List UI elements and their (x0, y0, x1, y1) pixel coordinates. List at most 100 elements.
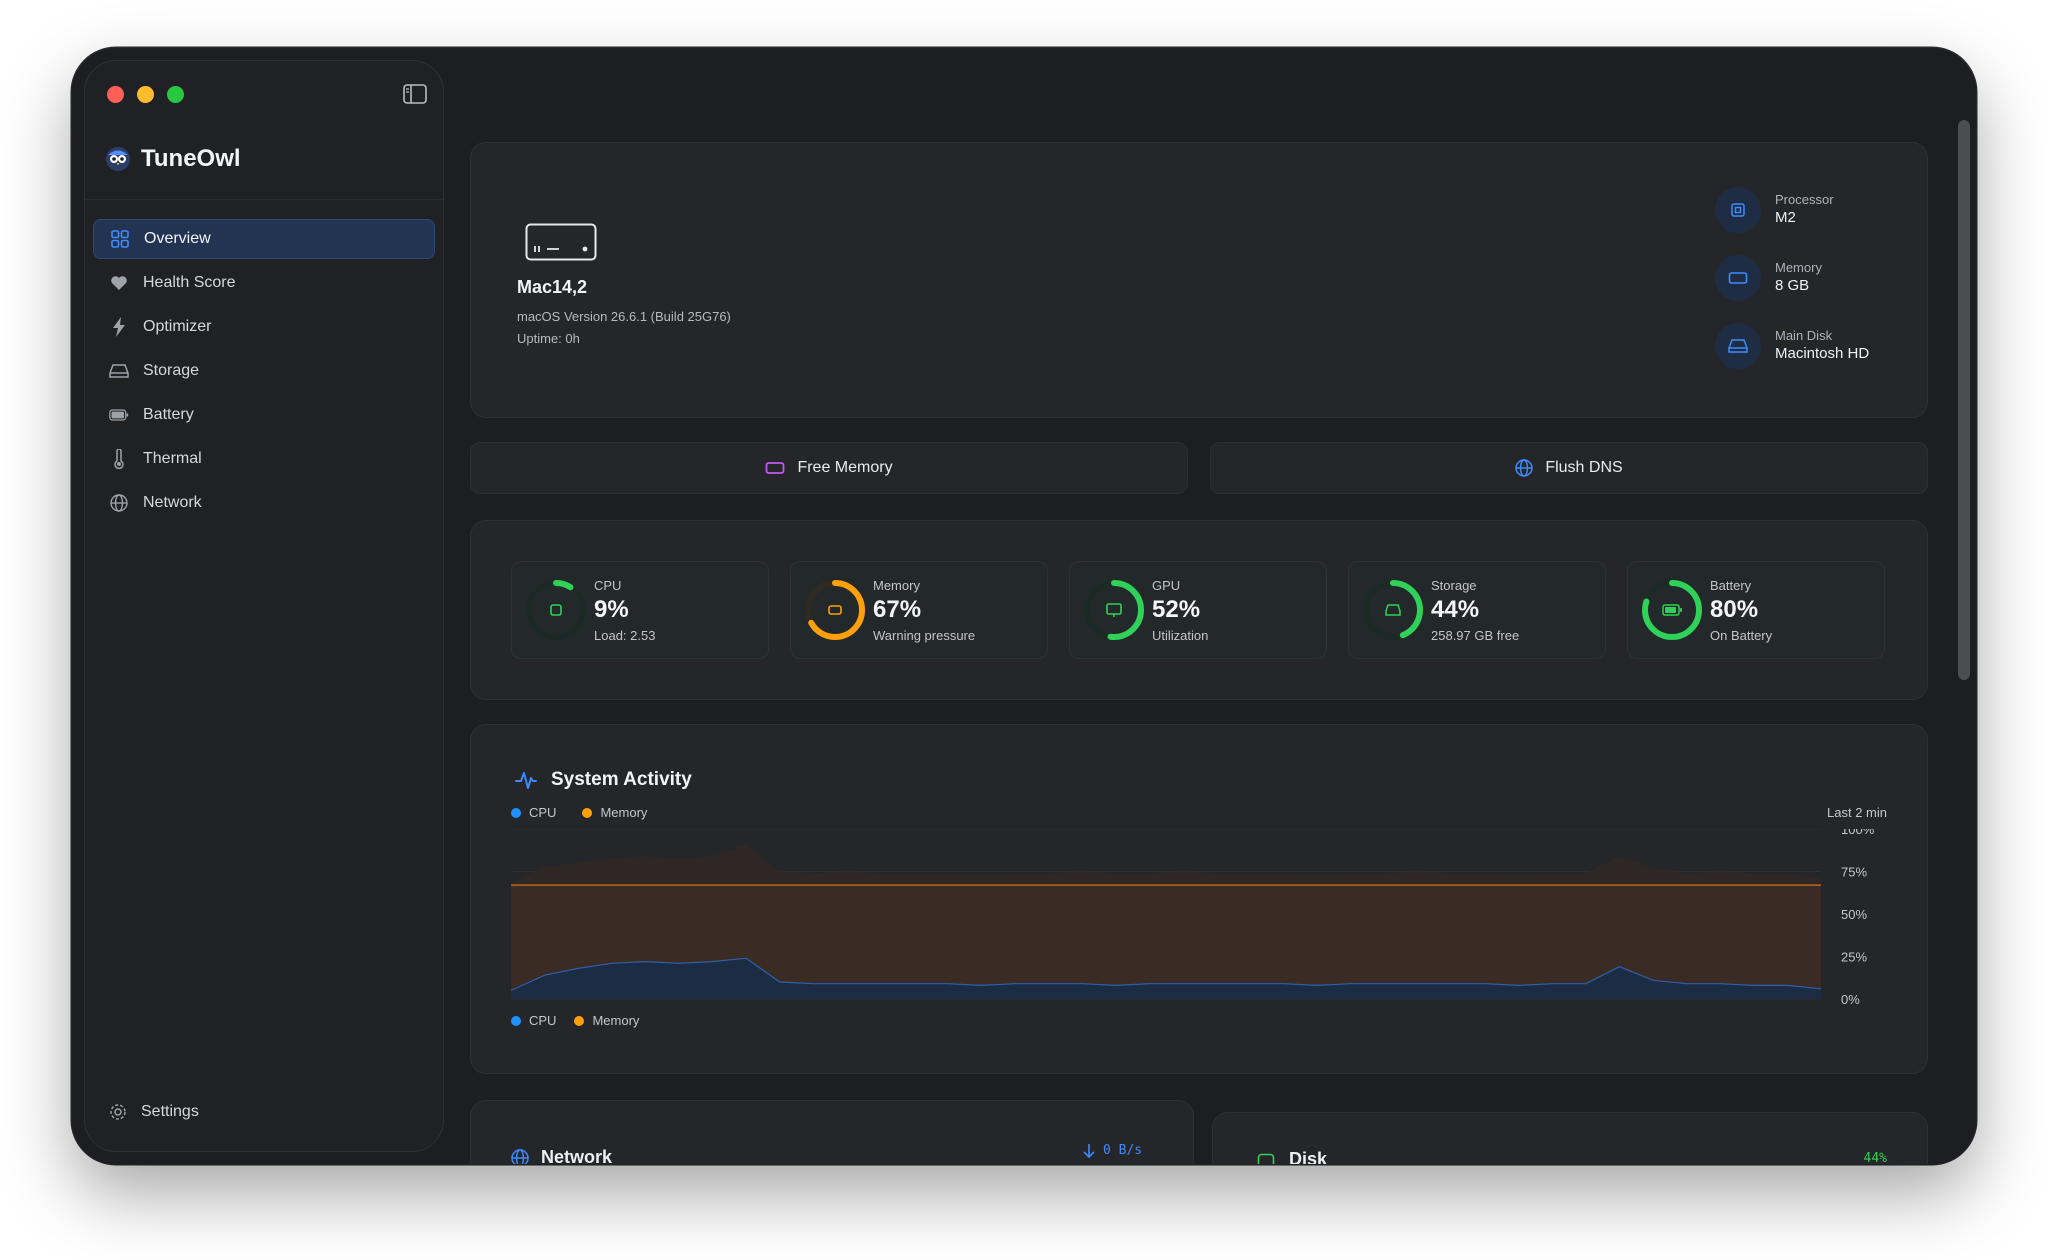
legend-label: CPU (529, 1013, 557, 1028)
spec-value: M2 (1775, 209, 1796, 226)
memory-chip-icon (766, 462, 785, 474)
network-title: Network (541, 1147, 613, 1164)
flush-dns-button[interactable]: Flush DNS (1210, 442, 1928, 494)
sidebar-item-label: Storage (143, 362, 200, 379)
chart-legend-top: CPU Memory (511, 805, 647, 820)
sidebar-item-optimizer[interactable]: Optimizer (93, 307, 435, 347)
gpu-ring (1084, 580, 1144, 640)
chart-legend-bottom: CPU Memory (511, 1013, 639, 1028)
spec-value: Macintosh HD (1775, 345, 1870, 362)
heart-icon (109, 273, 129, 293)
legend-memory: Memory (574, 1013, 639, 1028)
metric-label: GPU (1152, 578, 1181, 593)
metric-sub: Warning pressure (873, 628, 976, 643)
sidebar-item-label: Thermal (143, 450, 202, 467)
y-tick-label: 75% (1841, 865, 1867, 880)
legend-label: CPU (529, 805, 557, 820)
sidebar-item-label: Overview (144, 230, 211, 247)
metrics-card: CPU 9% Load: 2.53 Memory 67% Warning pre… (470, 520, 1928, 700)
network-card: Network 0 B/s (470, 1100, 1194, 1164)
globe-icon (109, 493, 129, 513)
zoom-window-button[interactable] (167, 86, 184, 103)
spec-main-disk: Main Disk Macintosh HD (1715, 323, 1869, 369)
drive-icon (109, 361, 129, 381)
metric-sub: 258.97 GB free (1431, 628, 1520, 643)
metric-label: Memory (873, 578, 920, 593)
metric-label: Battery (1710, 578, 1752, 593)
network-rate: 0 B/s (1103, 1143, 1143, 1158)
display-icon (1106, 603, 1122, 615)
spec-label: Memory (1775, 260, 1822, 275)
sidebar-item-storage[interactable]: Storage (93, 351, 435, 391)
bolt-icon (109, 317, 129, 337)
disk-rate: 44% (1863, 1151, 1887, 1164)
sidebar-divider (85, 199, 443, 200)
metric-battery: Battery 80% On Battery (1627, 561, 1885, 659)
metric-value: 44% (1431, 596, 1480, 623)
y-tick-label: 25% (1841, 950, 1867, 965)
y-tick-label: 0% (1841, 992, 1860, 1007)
sidebar-nav: Overview Health Score Optimizer Storage (93, 219, 435, 527)
flush-dns-label: Flush DNS (1545, 459, 1623, 476)
disk-card: Disk 44% (1212, 1112, 1928, 1164)
sidebar-item-network[interactable]: Network (93, 483, 435, 523)
spec-memory: Memory 8 GB (1715, 255, 1822, 301)
y-tick-label: 100% (1841, 829, 1875, 837)
spec-value: 8 GB (1775, 277, 1810, 294)
grid-icon (110, 229, 130, 249)
metric-sub: Load: 2.53 (594, 628, 656, 643)
cpu-icon (1715, 187, 1761, 233)
memory-icon (1715, 255, 1761, 301)
disk-icon (1257, 1153, 1275, 1164)
legend-label: Memory (600, 805, 648, 820)
app-name: TuneOwl (141, 145, 241, 172)
legend-cpu: CPU (511, 1013, 556, 1028)
main-content: Mac14,2 macOS Version 26.6.1 (Build 25G7… (462, 48, 1976, 1164)
metric-sub: On Battery (1710, 628, 1773, 643)
metric-value: 9% (594, 596, 629, 623)
spec-label: Processor (1775, 192, 1834, 207)
gear-icon (110, 1104, 126, 1120)
cpu-icon (550, 604, 562, 616)
uptime: Uptime: 0h (517, 331, 580, 346)
y-tick-label: 50% (1841, 907, 1867, 922)
metric-label: CPU (594, 578, 622, 593)
free-memory-button[interactable]: Free Memory (470, 442, 1188, 494)
thermometer-icon (109, 449, 129, 469)
metric-sub: Utilization (1152, 628, 1209, 643)
storage-ring (1363, 580, 1423, 640)
minimize-window-button[interactable] (137, 86, 154, 103)
vertical-scrollbar[interactable] (1958, 120, 1970, 680)
globe-icon (511, 1149, 529, 1164)
system-info-card: Mac14,2 macOS Version 26.6.1 (Build 25G7… (470, 142, 1928, 418)
sidebar-item-thermal[interactable]: Thermal (93, 439, 435, 479)
time-range-label: Last 2 min (1827, 805, 1887, 820)
close-window-button[interactable] (107, 86, 124, 103)
metric-value: 80% (1710, 596, 1759, 623)
metric-value: 52% (1152, 596, 1201, 623)
system-activity-card: System Activity CPU Memory Last 2 min 10… (470, 724, 1928, 1074)
sidebar-item-settings[interactable]: Settings (109, 1103, 199, 1121)
metric-value: 67% (873, 596, 922, 623)
settings-label: Settings (141, 1103, 199, 1120)
metric-cpu: CPU 9% Load: 2.53 (511, 561, 769, 659)
legend-memory: Memory (582, 805, 647, 820)
cpu-ring (526, 580, 586, 640)
free-memory-label: Free Memory (797, 459, 893, 476)
sidebar-toggle-icon[interactable] (403, 84, 427, 104)
spec-label: Main Disk (1775, 328, 1833, 343)
globe-icon (1515, 459, 1534, 477)
metric-label: Storage (1431, 578, 1477, 593)
disk-title: Disk (1289, 1149, 1328, 1164)
waveform-icon (515, 772, 537, 789)
sidebar-item-overview[interactable]: Overview (93, 219, 435, 259)
memory-ring (805, 580, 865, 640)
legend-label: Memory (592, 1013, 640, 1028)
sidebar-item-health-score[interactable]: Health Score (93, 263, 435, 303)
sidebar-item-label: Health Score (143, 274, 236, 291)
app-window: TuneOwl Overview Health Score Optimizer … (72, 48, 1976, 1164)
sidebar-item-battery[interactable]: Battery (93, 395, 435, 435)
battery-icon (109, 405, 129, 425)
spec-processor: Processor M2 (1715, 187, 1834, 233)
disk-icon (1715, 323, 1761, 369)
